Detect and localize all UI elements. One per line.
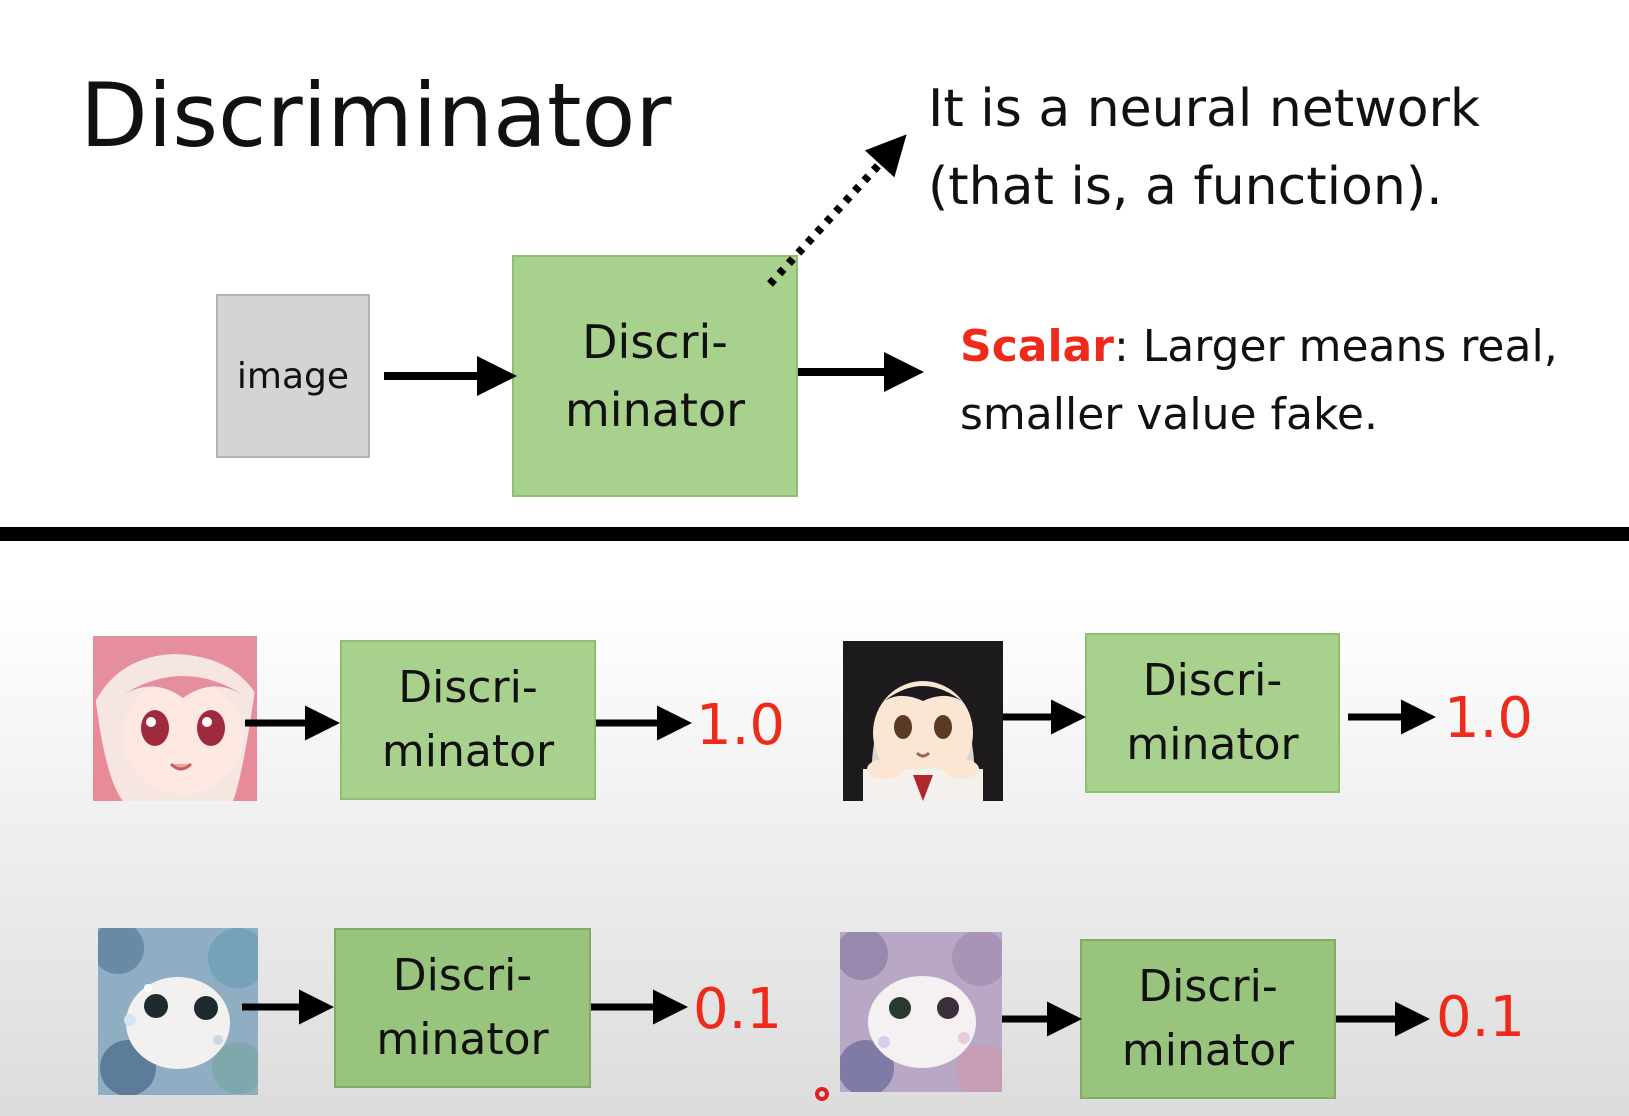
pointer-dot-icon [815, 1087, 829, 1101]
dotted-arrow-to-note [767, 134, 907, 287]
arrows-overlay [242, 134, 1436, 1037]
